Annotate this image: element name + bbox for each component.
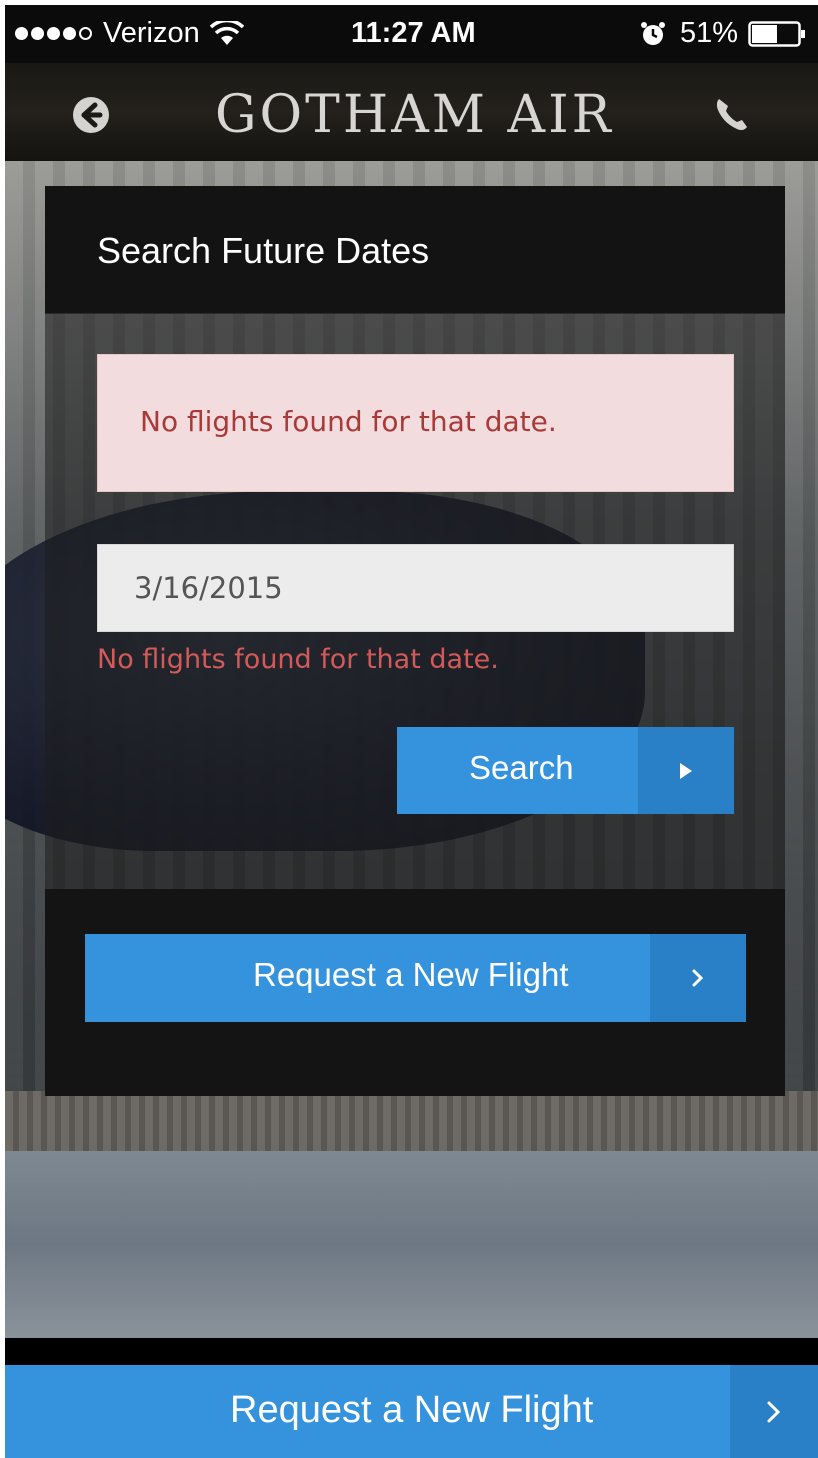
request-flight-label: Request a New Flight [253, 956, 569, 993]
date-field-error: No flights found for that date. [97, 644, 499, 675]
card-header: Search Future Dates [45, 186, 785, 314]
wifi-icon [209, 20, 244, 45]
date-input[interactable] [97, 544, 734, 632]
back-arrow-icon[interactable] [69, 93, 113, 137]
search-card: Search Future Dates No flights found for… [45, 186, 785, 1096]
alarm-icon [640, 21, 665, 45]
status-right: 51% [640, 17, 806, 50]
signal-dots-icon [15, 27, 95, 40]
error-alert-text: No flights found for that date. [140, 405, 557, 438]
bottom-divider [5, 1338, 818, 1365]
bottom-request-flight-button[interactable]: Request a New Flight [5, 1365, 818, 1458]
request-flight-button[interactable]: Request a New Flight [85, 934, 746, 1022]
bottom-request-flight-label: Request a New Flight [230, 1389, 594, 1431]
battery-icon [748, 20, 805, 47]
play-arrow-icon [680, 762, 692, 779]
background-water [5, 1151, 818, 1338]
chevron-right-icon [767, 1401, 781, 1422]
status-left: Verizon [15, 17, 244, 50]
background-pier [5, 1091, 818, 1151]
search-button-label: Search [469, 749, 574, 786]
card-footer: Request a New Flight [45, 889, 785, 1096]
status-bar: Verizon 11:27 AM 51% [5, 5, 818, 63]
card-body: No flights found for that date. No fligh… [45, 314, 785, 889]
app-header: GOTHAM AIR [5, 63, 818, 161]
app-screen: Verizon 11:27 AM 51% GOTHAM AIR Search F… [5, 5, 818, 1458]
chevron-right-icon [692, 969, 704, 987]
brand-logo: GOTHAM AIR [215, 85, 614, 145]
search-button[interactable]: Search [397, 727, 734, 814]
carrier-name: Verizon [103, 17, 200, 49]
error-alert: No flights found for that date. [97, 354, 734, 492]
search-arrow-segment [638, 727, 734, 814]
status-time: 11:27 AM [351, 17, 476, 49]
battery-percent: 51% [679, 17, 738, 49]
page-title: Search Future Dates [97, 230, 430, 271]
phone-icon[interactable] [709, 93, 753, 137]
request-arrow-segment [650, 934, 746, 1022]
bottom-arrow-segment [730, 1365, 818, 1458]
